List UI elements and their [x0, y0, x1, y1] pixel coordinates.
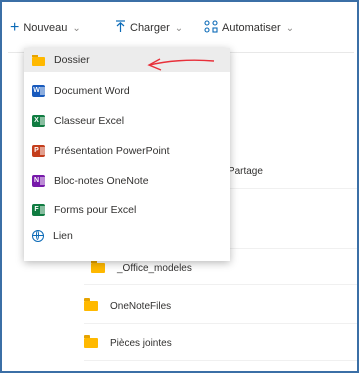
- file-name[interactable]: Pièces jointes: [110, 338, 172, 349]
- menu-item-link[interactable]: Lien: [24, 224, 230, 248]
- chevron-down-icon: ⌄: [285, 22, 295, 34]
- menu-item-forms[interactable]: F Forms pour Excel: [24, 198, 230, 222]
- row-divider: [84, 323, 357, 324]
- automate-button[interactable]: Automatiser ⌄: [204, 20, 294, 36]
- upload-button[interactable]: Charger ⌄: [115, 20, 183, 36]
- flow-icon: [204, 20, 218, 36]
- menu-item-powerpoint[interactable]: P Présentation PowerPoint: [24, 139, 230, 163]
- automate-button-label: Automatiser: [222, 22, 281, 34]
- menu-item-label: Bloc-notes OneNote: [54, 175, 149, 187]
- upload-button-label: Charger: [130, 22, 170, 34]
- menu-item-label: Lien: [53, 230, 73, 242]
- table-row[interactable]: OneNoteFiles: [84, 297, 171, 315]
- folder-icon: [84, 298, 98, 311]
- annotation-arrow: [147, 58, 215, 71]
- upload-icon: [115, 20, 126, 36]
- folder-icon: [91, 260, 105, 273]
- new-menu: Dossier W Document Word X Classeur Excel…: [24, 48, 230, 261]
- chevron-down-icon: ⌄: [72, 22, 81, 34]
- screenshot-frame: + Nouveau ⌄ Charger ⌄ Automatiser ⌄ rava…: [0, 0, 359, 373]
- new-button[interactable]: + Nouveau ⌄: [10, 20, 81, 36]
- menu-item-label: Dossier: [54, 54, 90, 66]
- menu-item-label: Présentation PowerPoint: [54, 145, 170, 157]
- excel-icon: X: [32, 115, 45, 127]
- onenote-icon: N: [32, 175, 45, 187]
- menu-item-label: Forms pour Excel: [54, 204, 137, 216]
- word-icon: W: [32, 85, 45, 97]
- row-divider: [84, 360, 357, 361]
- folder-icon: [32, 54, 45, 66]
- chevron-down-icon: ⌄: [174, 22, 184, 34]
- globe-icon: [32, 230, 44, 242]
- file-name[interactable]: OneNoteFiles: [110, 301, 171, 312]
- menu-item-label: Classeur Excel: [54, 115, 125, 127]
- command-bar: + Nouveau ⌄ Charger ⌄ Automatiser ⌄: [8, 4, 354, 53]
- table-row[interactable]: Pièces jointes: [84, 334, 172, 352]
- file-name[interactable]: _Office_modeles: [117, 263, 192, 274]
- forms-icon: F: [32, 204, 45, 216]
- folder-icon: [84, 335, 98, 348]
- row-divider: [84, 284, 357, 285]
- table-row[interactable]: _Office_modeles: [91, 259, 192, 277]
- menu-item-label: Document Word: [54, 85, 130, 97]
- menu-item-onenote[interactable]: N Bloc-notes OneNote: [24, 169, 230, 193]
- menu-item-excel[interactable]: X Classeur Excel: [24, 109, 230, 133]
- new-button-label: Nouveau: [23, 22, 68, 34]
- menu-item-word[interactable]: W Document Word: [24, 79, 230, 103]
- plus-icon: +: [10, 19, 20, 36]
- powerpoint-icon: P: [32, 145, 45, 157]
